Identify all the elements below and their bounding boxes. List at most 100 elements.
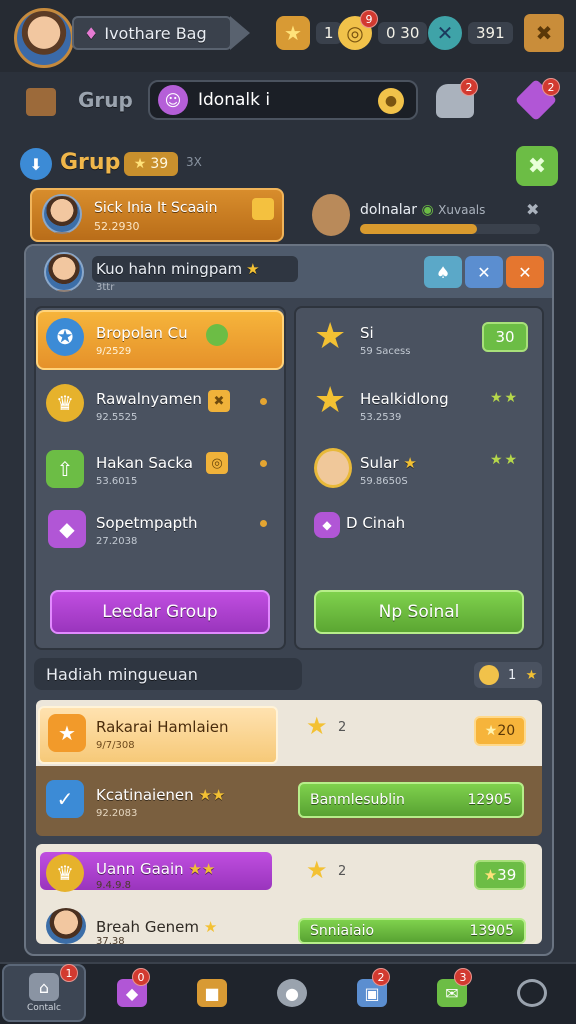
cube-icon: ◆ (48, 510, 86, 548)
rating-stars: ★★ (490, 452, 520, 468)
player-avatar[interactable] (14, 8, 74, 68)
check-icon: ◉ (421, 202, 439, 218)
list-item-title: Bropolan Cu (96, 324, 188, 342)
avatar (46, 908, 86, 944)
coin-badge: 9 (360, 10, 378, 28)
cube-icon: ◆ (314, 512, 340, 538)
nav-item-more[interactable] (490, 964, 574, 1022)
star-icon: ★ (525, 667, 538, 683)
star-icon: ★ (246, 260, 260, 278)
cross-gem-icon: ✕ (428, 16, 462, 50)
level-value: 39 (150, 156, 169, 172)
reward-title-text: Kcatinaienen (96, 786, 194, 804)
member2-sub: Xuvaals (438, 203, 486, 217)
stats-icon: ♠ (435, 262, 451, 282)
cookie-icon[interactable]: ● (378, 88, 404, 114)
furniture-icon[interactable] (26, 88, 56, 116)
reward-claim-bar[interactable]: Banmlesublin 12905 (298, 782, 524, 818)
coin-icon: ◎ (206, 452, 228, 474)
list-item-sub: 53.2539 (360, 412, 402, 423)
count-value: 1 (508, 667, 517, 683)
star-icon: ★ (306, 856, 328, 884)
level-extra: 3X (186, 155, 202, 169)
treasure-icon: ♛ (46, 384, 84, 422)
trophy-icon: ♛ (46, 854, 84, 892)
player-name-plate[interactable]: ♦ Ivothare Bag (72, 16, 232, 50)
nav-badge: 2 (372, 968, 390, 986)
close-icon: ✖ (535, 21, 553, 45)
reward-value-badge: ★ 39 (474, 860, 526, 890)
star-icon: ★ (483, 866, 498, 884)
box-icon (252, 198, 274, 220)
list-item-title: Si (360, 324, 374, 342)
nav-item-chest[interactable]: ■ (170, 964, 254, 1022)
home-icon: ⌂ (29, 973, 59, 1001)
list-item-sub: 92.5525 (96, 412, 138, 423)
reward-sub: 92.2083 (96, 808, 138, 819)
up-arrow-icon: ⇧ (46, 450, 84, 488)
leader-group-button[interactable]: Leedar Group (50, 590, 270, 634)
reward-title-text: Uann Gaain (96, 860, 184, 878)
reward-claim-bar[interactable]: Snniaiaio 13905 (298, 918, 526, 944)
close-panel-button[interactable]: ✕ (506, 256, 544, 288)
search-bar[interactable]: ☺ ● (148, 80, 418, 120)
close-button[interactable]: ✖ (524, 14, 564, 52)
circle-icon (517, 979, 547, 1007)
heart-icon: ♦ (84, 23, 99, 43)
player-name: Ivothare Bag (104, 23, 207, 43)
reward-title: Kcatinaienen ★★ (96, 786, 225, 804)
helmet-badge: 2 (460, 78, 478, 96)
dot-icon (260, 398, 267, 405)
rating-stars: ★★ (198, 786, 226, 804)
reward-sub: 9/7/308 (96, 740, 135, 751)
box-icon: ★ (48, 714, 86, 752)
reward-bar-label: Snniaiaio (310, 923, 375, 939)
avatar (44, 252, 84, 292)
list-item-title: Hakan Sacka (96, 454, 193, 472)
list-item-sub: 59 Sacess (360, 346, 411, 357)
rating-stars: ★★ (490, 390, 520, 406)
reward-title: Rakarai Hamlaien (96, 718, 229, 736)
reward-bar-value: 13905 (469, 923, 514, 939)
cross-icon: ✕ (477, 262, 491, 282)
member2-title: dolnalar ◉ Xuvaals (360, 202, 485, 218)
star-icon: ★ (306, 712, 328, 740)
star-box-resource[interactable]: ★ 1 (276, 14, 342, 52)
settings-button[interactable]: ✖ (516, 146, 558, 186)
coin-count: 0 30 (378, 22, 428, 44)
reward-title-text: Breah Genem (96, 918, 200, 936)
nav-item-chat[interactable]: ✉ (410, 964, 494, 1022)
list-item-title: Sopetmpapth (96, 514, 198, 532)
king-avatar-icon (314, 448, 352, 488)
shield-icon: ✪ (46, 318, 84, 356)
gem-resource[interactable]: ✕ 391 (428, 14, 513, 52)
list-item-title: Sular ★ (360, 454, 417, 472)
star-icon: ★ (133, 156, 147, 172)
member-card-title: Sick Inia It Scaain (94, 200, 218, 216)
star-icon: ★ (314, 316, 347, 357)
reward-title: Breah Genem ★ (96, 918, 217, 936)
np-social-button[interactable]: Np Soinal (314, 590, 524, 634)
reward-bar-value: 12905 (467, 792, 512, 808)
member2-name: dolnalar (360, 202, 418, 218)
nav-item-cookie[interactable]: ● (250, 964, 334, 1022)
search-input[interactable] (198, 90, 368, 110)
star-count: 2 (338, 864, 347, 879)
weekly-reward-count: 1 ★ (474, 662, 542, 688)
star-box-icon: ★ (276, 16, 310, 50)
star-icon: ★ (403, 454, 417, 472)
reward-value: 39 (497, 866, 517, 884)
tools-icon: ✖ (527, 153, 547, 179)
dot-icon (260, 520, 267, 527)
close-icon[interactable]: ✖ (526, 200, 539, 219)
list-item-sub: 27.2038 (96, 536, 138, 547)
level-chip: ★ 39 (124, 152, 178, 176)
rating-stars: ★★ (188, 860, 216, 878)
weekly-reward-title: Hadiah mingueuan (34, 658, 302, 690)
coin-resource[interactable]: ◎ 0 30 (338, 14, 428, 52)
stats-button[interactable]: ♠ (424, 256, 462, 288)
cancel-button[interactable]: ✕ (465, 256, 503, 288)
nav-badge: 1 (60, 964, 78, 982)
gem-count: 391 (468, 22, 513, 44)
panel-header-sub: 3ttr (96, 282, 115, 293)
